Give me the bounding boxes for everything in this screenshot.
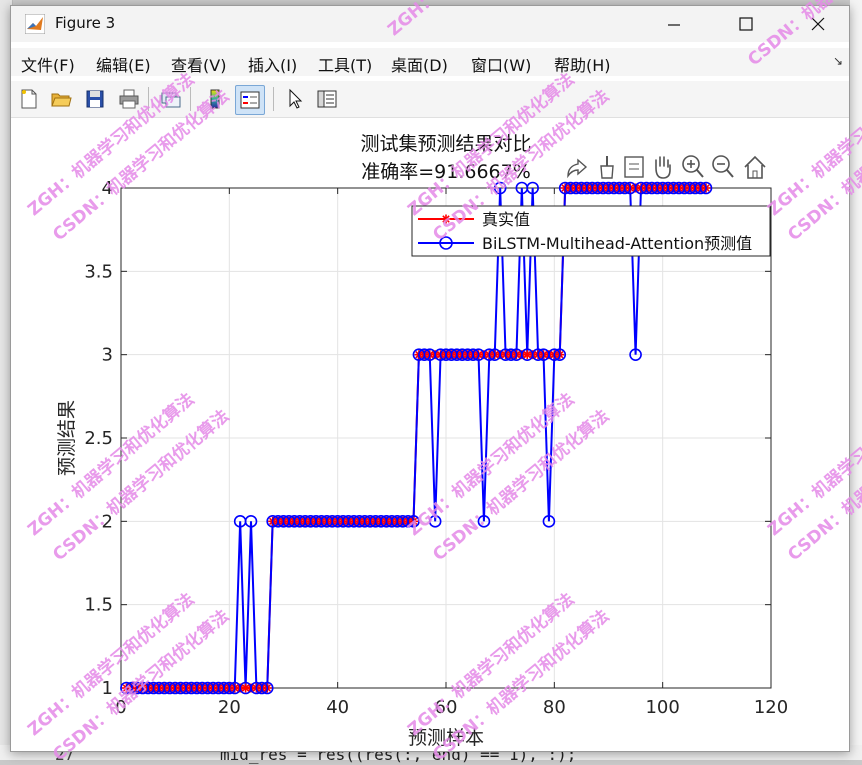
new-figure-button[interactable]: [15, 85, 43, 113]
y-tick-label: 2.5: [84, 428, 113, 449]
toolbar-separator: [273, 87, 274, 111]
pointer-arrow-icon: [289, 88, 303, 109]
menu-file[interactable]: 文件(F): [21, 52, 75, 76]
menu-window[interactable]: 窗口(W): [471, 52, 531, 76]
property-inspector-button[interactable]: [313, 85, 341, 113]
dock-arrow-icon[interactable]: ↘: [833, 54, 843, 68]
legend-predicted-label: BiLSTM-Multihead-Attention预测值: [482, 234, 752, 253]
y-axis-label: 预测结果: [56, 400, 78, 476]
figure-canvas[interactable]: 0 20 40 60 80 100 120 1 1.5 2 2.5 3 3.5 4 测试集预测结果对比 准确率…: [11, 118, 849, 751]
figure-window: Figure 3 文件(F) 编辑(E) 查看(V) 插入(I) 工具(T) 桌…: [10, 0, 862, 765]
maximize-button[interactable]: [723, 6, 769, 42]
menu-tools[interactable]: 工具(T): [318, 52, 372, 76]
x-tick-label: 40: [326, 697, 349, 718]
brush-icon[interactable]: [600, 156, 614, 179]
open-folder-icon: [51, 93, 72, 107]
line-chart[interactable]: 0 20 40 60 80 100 120 1 1.5 2 2.5 3 3.5 4 测试集预测结果对比准确率…: [11, 118, 849, 751]
open-file-button[interactable]: [47, 85, 75, 113]
menu-view[interactable]: 查看(V): [171, 52, 226, 76]
y-tick-label: 2: [102, 511, 113, 532]
toolbar-separator: [190, 87, 191, 111]
colorbar-icon: [210, 89, 220, 109]
x-tick-label: 0: [115, 697, 126, 718]
insert-colorbar-button[interactable]: [201, 85, 229, 113]
pan-hand-icon[interactable]: [655, 156, 671, 179]
close-icon: [811, 17, 825, 31]
title-bar[interactable]: Figure 3: [11, 6, 849, 42]
print-button[interactable]: [115, 85, 143, 113]
chart-title: 测试集预测结果对比: [360, 133, 531, 155]
y-tick-label: 3: [102, 345, 113, 366]
legend-icon: [240, 91, 260, 109]
x-tick-label: 20: [218, 697, 241, 718]
link-data-button[interactable]: [157, 85, 185, 113]
menu-bar: 文件(F) 编辑(E) 查看(V) 插入(I) 工具(T) 桌面(D) 窗口(W…: [11, 48, 849, 76]
home-icon[interactable]: [744, 155, 766, 179]
toolbar-separator: [148, 87, 149, 111]
menu-help[interactable]: 帮助(H): [554, 52, 611, 76]
chart-subtitle: 准确率=91.6667%: [361, 161, 531, 183]
minimize-icon: [668, 24, 680, 26]
legend-true-marker: [441, 214, 451, 224]
menu-edit[interactable]: 编辑(E): [96, 52, 151, 76]
x-tick-label: 120: [754, 697, 788, 718]
export-icon[interactable]: [567, 158, 588, 179]
x-axis-label: 预测样本: [408, 727, 484, 749]
save-button[interactable]: [81, 85, 109, 113]
matlab-logo-icon: [25, 14, 45, 34]
x-tick-label: 80: [543, 697, 566, 718]
x-tick-label: 60: [435, 697, 458, 718]
maximize-icon: [739, 17, 753, 31]
window-title: Figure 3: [55, 14, 116, 32]
menu-desktop[interactable]: 桌面(D): [391, 52, 448, 76]
link-data-icon: [161, 92, 181, 108]
new-file-icon: [21, 89, 37, 109]
legend-true-label: 真实值: [482, 210, 530, 229]
close-button[interactable]: [795, 6, 841, 42]
y-tick-label: 1: [102, 678, 113, 699]
zoom-out-icon[interactable]: [712, 155, 734, 178]
data-tips-icon[interactable]: [624, 156, 644, 178]
axes-toolbar: [567, 155, 766, 179]
y-tick-label: 4: [102, 178, 113, 199]
menu-insert[interactable]: 插入(I): [248, 52, 297, 76]
minimize-button[interactable]: [651, 6, 697, 42]
y-tick-label: 3.5: [84, 261, 113, 282]
save-icon: [86, 90, 104, 108]
insert-legend-button[interactable]: [235, 85, 265, 115]
figure-toolbar: [11, 81, 849, 118]
zoom-in-icon[interactable]: [682, 155, 704, 178]
printer-icon: [119, 89, 139, 109]
background-editor-right-edge: [850, 0, 862, 760]
edit-plot-button[interactable]: [281, 85, 309, 113]
x-tick-label: 100: [645, 697, 679, 718]
y-tick-label: 1.5: [84, 595, 113, 616]
property-inspector-icon: [317, 90, 337, 108]
